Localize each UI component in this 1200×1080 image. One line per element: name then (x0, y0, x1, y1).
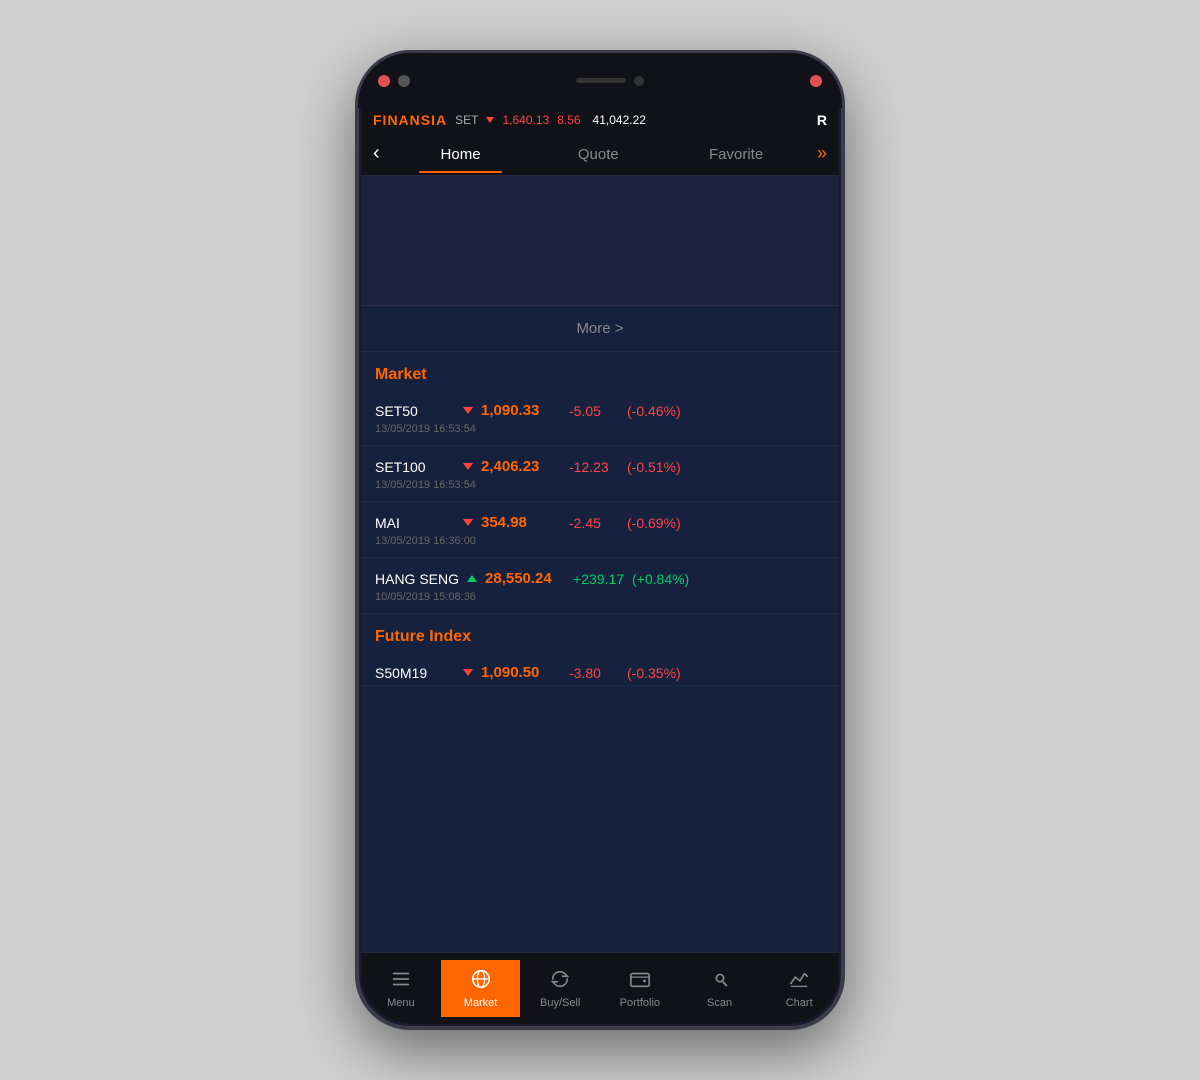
nav-item-buysell[interactable]: Buy/Sell (520, 960, 600, 1017)
more-section: More > (361, 306, 839, 352)
back-button[interactable]: ‹ (361, 132, 392, 175)
set50-arrow-icon (463, 407, 473, 414)
nav-label-scan: Scan (707, 997, 732, 1009)
globe-icon (470, 968, 492, 994)
bottom-nav: Menu Market Buy/Sell (361, 952, 839, 1024)
nav-label-chart: Chart (786, 997, 813, 1009)
market-item-s50m19[interactable]: S50M19 1,090.50 -3.80 (-0.35%) (361, 652, 839, 686)
nav-tabs: ‹ Home Quote Favorite » (361, 132, 839, 176)
more-button[interactable]: More > (576, 320, 623, 337)
set100-change: -12.23 (569, 459, 619, 475)
set50-change: -5.05 (569, 403, 619, 419)
banner-area (361, 176, 839, 306)
menu-icon (390, 968, 412, 994)
bottom-padding (361, 686, 839, 706)
set100-timestamp: 13/05/2019 16:53:54 (375, 479, 825, 497)
market-name-set50: SET50 (375, 403, 455, 419)
set100-arrow-icon (463, 463, 473, 470)
market-row-s50m19: S50M19 1,090.50 -3.80 (-0.35%) (375, 664, 825, 681)
nav-item-scan[interactable]: Scan (680, 960, 760, 1017)
s50m19-pct: (-0.35%) (627, 665, 681, 681)
set-label: SET (455, 113, 478, 127)
tab-favorite[interactable]: Favorite (667, 134, 805, 173)
nav-label-portfolio: Portfolio (620, 997, 660, 1009)
hangseng-pct: (+0.84%) (632, 571, 689, 587)
notch-dot-1 (378, 75, 390, 87)
more-tabs-icon[interactable]: » (805, 133, 839, 174)
s50m19-change: -3.80 (569, 665, 619, 681)
notch-dot-3 (810, 75, 822, 87)
tab-home[interactable]: Home (392, 134, 530, 173)
scan-icon (709, 968, 731, 994)
nav-item-menu[interactable]: Menu (361, 960, 441, 1017)
phone-notch (358, 53, 842, 108)
market-section-header: Market (361, 352, 839, 390)
market-item-set50[interactable]: SET50 1,090.33 -5.05 (-0.46%) 13/05/2019… (361, 390, 839, 446)
mai-change: -2.45 (569, 515, 619, 531)
r-icon: R (817, 112, 827, 128)
notch-right-dots (810, 75, 822, 87)
market-row-set50: SET50 1,090.33 -5.05 (-0.46%) (375, 402, 825, 419)
nav-label-market: Market (464, 997, 498, 1009)
mai-price: 354.98 (481, 514, 561, 531)
refresh-icon (549, 968, 571, 994)
s50m19-arrow-icon (463, 669, 473, 676)
market-row-set100: SET100 2,406.23 -12.23 (-0.51%) (375, 458, 825, 475)
mai-arrow-icon (463, 519, 473, 526)
set-value: 1,640.13 (502, 113, 549, 127)
notch-left-dots (378, 75, 410, 87)
hangseng-price: 28,550.24 (485, 570, 565, 587)
nav-item-market[interactable]: Market (441, 960, 521, 1017)
hangseng-timestamp: 10/05/2019 15:08:36 (375, 591, 825, 609)
market-section: Market SET50 1,090.33 -5.05 (-0.46%) 13/… (361, 352, 839, 614)
nav-item-chart[interactable]: Chart (759, 960, 839, 1017)
set100-price: 2,406.23 (481, 458, 561, 475)
future-index-section: Future Index S50M19 1,090.50 -3.80 (-0.3… (361, 614, 839, 686)
screen-content: More > Market SET50 1,090.33 -5.05 (-0.4… (361, 176, 839, 952)
set100-pct: (-0.51%) (627, 459, 681, 475)
market-name-s50m19: S50M19 (375, 665, 455, 681)
s50m19-price: 1,090.50 (481, 664, 561, 681)
market-row-mai: MAI 354.98 -2.45 (-0.69%) (375, 514, 825, 531)
hangseng-arrow-icon (467, 575, 477, 582)
chart-icon (788, 968, 810, 994)
mai-pct: (-0.69%) (627, 515, 681, 531)
market-item-hangseng[interactable]: HANG SENG 28,550.24 +239.17 (+0.84%) 10/… (361, 558, 839, 614)
market-item-set100[interactable]: SET100 2,406.23 -12.23 (-0.51%) 13/05/20… (361, 446, 839, 502)
nav-label-menu: Menu (387, 997, 415, 1009)
set50-timestamp: 13/05/2019 16:53:54 (375, 423, 825, 441)
index-value: 41,042.22 (593, 113, 646, 127)
nav-item-portfolio[interactable]: Portfolio (600, 960, 680, 1017)
brand-logo: FINANSIA (373, 112, 447, 128)
set50-price: 1,090.33 (481, 402, 561, 419)
notch-dot-2 (398, 75, 410, 87)
future-index-header: Future Index (361, 614, 839, 652)
notch-center (560, 71, 660, 91)
phone-wrapper: FINANSIA SET 1,640.13 8.56 41,042.22 R ‹… (355, 50, 845, 1030)
hangseng-change: +239.17 (573, 571, 624, 587)
speaker-grill (576, 78, 626, 83)
front-camera (634, 76, 644, 86)
nav-label-buysell: Buy/Sell (540, 997, 580, 1009)
status-bar: FINANSIA SET 1,640.13 8.56 41,042.22 R (361, 108, 839, 132)
wallet-icon (629, 968, 651, 994)
mai-timestamp: 13/05/2019 16:36:00 (375, 535, 825, 553)
market-name-set100: SET100 (375, 459, 455, 475)
set-arrow-down-icon (486, 117, 494, 123)
market-name-hangseng: HANG SENG (375, 571, 459, 587)
set-change: 8.56 (557, 113, 580, 127)
phone-screen: FINANSIA SET 1,640.13 8.56 41,042.22 R ‹… (361, 108, 839, 1024)
market-row-hangseng: HANG SENG 28,550.24 +239.17 (+0.84%) (375, 570, 825, 587)
market-name-mai: MAI (375, 515, 455, 531)
market-item-mai[interactable]: MAI 354.98 -2.45 (-0.69%) 13/05/2019 16:… (361, 502, 839, 558)
phone-shell: FINANSIA SET 1,640.13 8.56 41,042.22 R ‹… (355, 50, 845, 1030)
tab-quote[interactable]: Quote (529, 134, 667, 173)
set50-pct: (-0.46%) (627, 403, 681, 419)
